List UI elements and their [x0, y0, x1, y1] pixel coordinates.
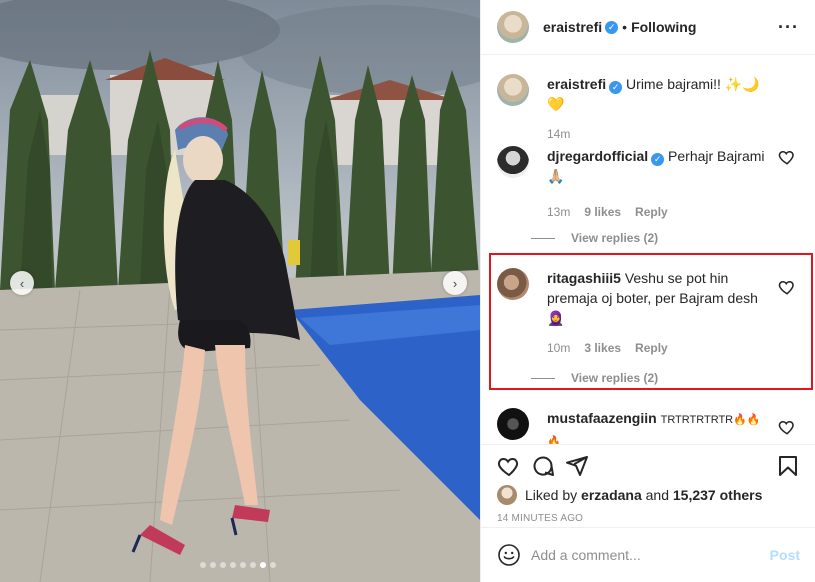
verified-badge-icon: ✓	[605, 20, 619, 34]
view-replies-divider	[531, 377, 555, 379]
commenter-avatar[interactable]	[497, 74, 529, 106]
liked-by-prefix: Liked by	[525, 487, 582, 503]
view-replies-button[interactable]: View replies (2)	[531, 231, 658, 245]
comment-time[interactable]: 10m	[547, 338, 570, 358]
comment-item: ritagashiii5 Veshu se pot hin premaja oj…	[497, 268, 800, 358]
commenter-username[interactable]: mustafaazengiin	[547, 410, 657, 426]
share-icon[interactable]	[565, 454, 589, 478]
post-side-panel: eraistrefi ✓ • Following ··· eraistrefi ✓…	[480, 0, 815, 582]
view-replies-button[interactable]: View replies (2)	[531, 371, 658, 385]
post-timestamp[interactable]: 14 MINUTES AGO	[497, 513, 800, 524]
comment-item: mustafaazengiin TRTRTRTRTR🔥🔥🔥	[497, 408, 800, 444]
comment-time[interactable]: 14m	[547, 124, 570, 144]
carousel-dot-active	[260, 562, 266, 568]
commenter-avatar[interactable]	[497, 408, 529, 440]
comment-likes[interactable]: 3 likes	[584, 338, 621, 358]
commenter-avatar[interactable]	[497, 268, 529, 300]
caption-comment: eraistrefi ✓ Urime bajrami!! ✨🌙💛 14m	[497, 74, 800, 144]
comment-item: djregardofficial ✓ Perhajr Bajrami 🙏🏼 13m…	[497, 146, 800, 222]
commenter-username[interactable]: ritagashiii5	[547, 270, 621, 286]
author-avatar[interactable]	[497, 11, 529, 43]
header-separator: •	[622, 19, 628, 35]
next-photo-button[interactable]: ›	[443, 271, 467, 295]
heart-icon[interactable]	[497, 454, 521, 478]
author-username[interactable]: eraistrefi	[543, 19, 602, 35]
carousel-dot	[270, 562, 276, 568]
verified-badge-icon: ✓	[609, 81, 623, 94]
likes-count-button[interactable]: 15,237 others	[673, 487, 763, 503]
commenter-avatar[interactable]	[497, 146, 529, 178]
comment-likes[interactable]: 9 likes	[584, 202, 621, 222]
liked-by-summary: Liked by erzadana and 15,237 others	[497, 485, 800, 505]
comment-time[interactable]: 13m	[547, 202, 570, 222]
view-replies-label: View replies (2)	[571, 371, 659, 385]
carousel-indicator	[200, 562, 276, 568]
post-actions: Liked by erzadana and 15,237 others 14 M…	[481, 444, 815, 524]
carousel-dot	[220, 562, 226, 568]
carousel-dot	[210, 562, 216, 568]
previous-photo-button[interactable]: ‹	[10, 271, 34, 295]
view-replies-divider	[531, 237, 555, 239]
liked-by-user[interactable]: erzadana	[581, 487, 642, 503]
emoji-icon[interactable]	[497, 543, 521, 567]
like-comment-heart-icon[interactable]	[778, 418, 796, 436]
chevron-left-icon: ‹	[19, 275, 25, 291]
chevron-right-icon: ›	[452, 275, 458, 291]
carousel-dot	[200, 562, 206, 568]
post-photo-scene	[0, 0, 480, 582]
carousel-dot	[250, 562, 256, 568]
carousel-dot	[240, 562, 246, 568]
following-button[interactable]: Following	[631, 19, 696, 35]
carousel-dot	[230, 562, 236, 568]
commenter-username[interactable]: eraistrefi	[547, 76, 606, 92]
post-header: eraistrefi ✓ • Following ···	[481, 0, 815, 55]
liker-avatar[interactable]	[497, 485, 517, 505]
verified-badge-icon: ✓	[651, 153, 665, 166]
reply-button[interactable]: Reply	[635, 202, 668, 222]
post-comment-button[interactable]: Post	[770, 547, 800, 563]
comment-icon[interactable]	[531, 454, 555, 478]
like-comment-heart-icon[interactable]	[778, 278, 796, 296]
more-options-icon[interactable]: ···	[778, 17, 799, 38]
post-image[interactable]: ‹ ›	[0, 0, 480, 582]
commenter-username[interactable]: djregardofficial	[547, 148, 648, 164]
bookmark-icon[interactable]	[776, 454, 800, 478]
like-comment-heart-icon[interactable]	[778, 148, 796, 166]
liked-by-and: and	[641, 487, 673, 503]
comments-list[interactable]: eraistrefi ✓ Urime bajrami!! ✨🌙💛 14m djre…	[481, 56, 815, 444]
view-replies-label: View replies (2)	[571, 231, 659, 245]
comment-input[interactable]	[531, 547, 770, 563]
add-comment-bar: Post	[481, 527, 815, 582]
reply-button[interactable]: Reply	[635, 338, 668, 358]
